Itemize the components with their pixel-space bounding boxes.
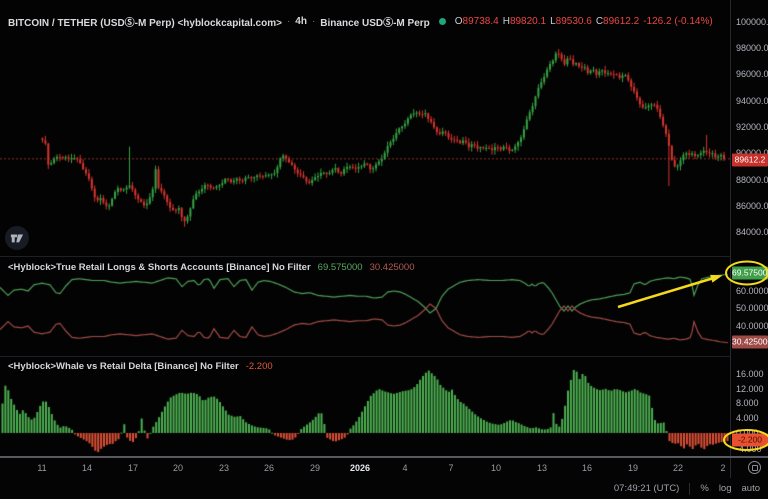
- legend-separator: ·: [286, 16, 291, 27]
- time-axis-tick: 11: [37, 463, 47, 473]
- price-axis-tick: 86000.0: [736, 201, 768, 211]
- symbol-legend: BITCOIN / TETHER (USDⓈ-M Perp) <hyblockc…: [8, 14, 713, 29]
- time-axis-tick: 4: [402, 463, 408, 473]
- time-axis-tick: 17: [127, 463, 139, 473]
- pane-divider-2[interactable]: [0, 356, 768, 357]
- legend-separator2: ·: [311, 16, 316, 27]
- close-value: 89612.2: [603, 16, 640, 27]
- time-axis-tick: 29: [309, 463, 321, 473]
- retail-axis-tick: 60.000000: [736, 286, 768, 296]
- chart-canvas[interactable]: [0, 0, 730, 456]
- time-axis-tick: 19: [627, 463, 639, 473]
- price-axis-tick: 94000.0: [736, 96, 768, 106]
- symbol-title[interactable]: BITCOIN / TETHER (USDⓈ-M Perp) <hyblockc…: [8, 14, 282, 29]
- time-axis-tick: 16: [581, 463, 593, 473]
- price-axis-tick: 98000.0: [736, 43, 768, 53]
- retail-shorts-value: 30.425000: [369, 262, 415, 273]
- scroll-to-realtime-icon[interactable]: [748, 461, 761, 474]
- price-axis-tick: 100000.0: [736, 17, 768, 27]
- retail-axis-tick: 40.000000: [736, 321, 768, 331]
- price-axis-tick: 88000.0: [736, 175, 768, 185]
- interval-label[interactable]: 4h: [295, 16, 307, 27]
- time-axis-corner-border: [730, 458, 731, 478]
- time-axis-tick: 20: [172, 463, 184, 473]
- ohlc-values: O89738.4 H89820.1 L89530.6 C89612.2 -126…: [454, 16, 713, 27]
- retail-longs-tag: 69.575000: [732, 266, 768, 280]
- whale-delta-value: -2.200: [245, 361, 273, 372]
- exchange-label[interactable]: Binance USDⓈ-M Perp: [320, 14, 429, 29]
- change-value: -126.2 (-0.14%): [643, 16, 713, 27]
- time-axis-tick: 2026: [349, 463, 371, 473]
- pane-divider-1[interactable]: [0, 256, 768, 257]
- time-axis-tick: 14: [81, 463, 93, 473]
- whale-delta-tag: -2.200: [732, 433, 768, 447]
- log-scale-button[interactable]: log: [719, 483, 732, 494]
- bottom-toolbar: 07:49:21 (UTC) % log auto: [0, 478, 768, 499]
- price-axis-tick: 84000.0: [736, 227, 768, 237]
- time-axis-tick: 7: [448, 463, 454, 473]
- time-axis-tick: 23: [218, 463, 230, 473]
- tradingview-chart-window: BITCOIN / TETHER (USDⓈ-M Perp) <hyblockc…: [0, 0, 768, 499]
- whale-axis-tick: 12.000: [736, 384, 764, 394]
- whale-indicator-legend: <Hyblock>Whale vs Retail Delta [Binance]…: [8, 361, 273, 372]
- retail-indicator-legend: <Hyblock>True Retail Longs & Shorts Acco…: [8, 262, 415, 273]
- whale-axis-tick: 16.000: [736, 369, 764, 379]
- clock-utc-button[interactable]: 07:49:21 (UTC): [614, 483, 679, 494]
- retail-indicator-title[interactable]: <Hyblock>True Retail Longs & Shorts Acco…: [8, 262, 311, 273]
- market-status-dot-icon[interactable]: [438, 18, 446, 25]
- time-axis-tick: 13: [536, 463, 548, 473]
- high-value: 89820.1: [509, 16, 547, 27]
- price-axis-tick: 96000.0: [736, 69, 768, 79]
- low-value: 89530.6: [555, 16, 592, 27]
- whale-axis-tick: 4.000: [736, 413, 759, 423]
- percent-scale-button[interactable]: %: [700, 483, 708, 494]
- last-price-tag: 89612.2: [732, 153, 768, 167]
- time-axis-tick: 26: [263, 463, 275, 473]
- time-axis-tick: 22: [672, 463, 684, 473]
- retail-longs-value: 69.575000: [317, 262, 363, 273]
- time-axis[interactable]: 11 14 17 20 23 26 29 2026 4 7 10 13 16 19 22 2: [0, 458, 768, 478]
- price-axis[interactable]: 100000.098000.096000.094000.092000.09000…: [730, 0, 768, 456]
- auto-scale-button[interactable]: auto: [742, 483, 761, 494]
- footer-separator: [689, 482, 691, 495]
- tradingview-logo-icon: [5, 226, 29, 250]
- whale-indicator-title[interactable]: <Hyblock>Whale vs Retail Delta [Binance]…: [8, 361, 239, 372]
- time-axis-tick: 10: [490, 463, 502, 473]
- open-value: 89738.4: [462, 16, 499, 27]
- retail-shorts-tag: 30.425000: [732, 335, 768, 349]
- price-axis-tick: 92000.0: [736, 122, 768, 132]
- time-axis-tick: 2: [720, 463, 726, 473]
- retail-axis-tick: 50.000000: [736, 303, 768, 313]
- whale-axis-tick: 8.000: [736, 398, 759, 408]
